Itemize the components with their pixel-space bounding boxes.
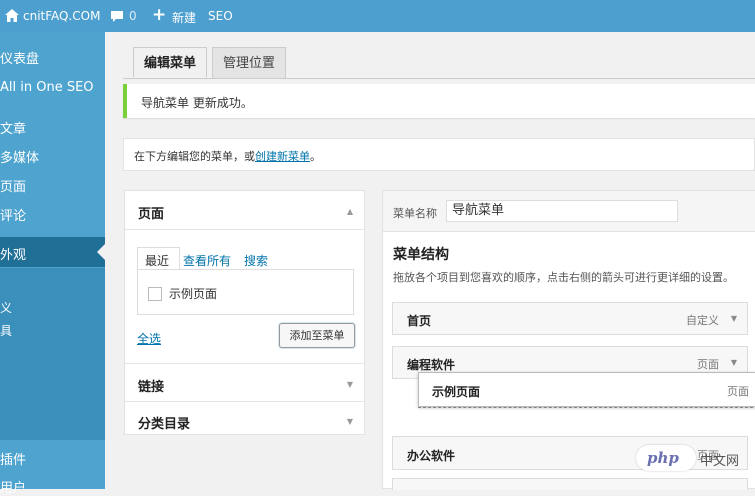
sidebar-item-appearance[interactable]: 外观	[0, 244, 26, 263]
appearance-submenu	[0, 268, 105, 440]
expand-arrow-icon[interactable]: ▼	[731, 358, 737, 367]
sidebar-item-plugins[interactable]: 插件	[0, 449, 26, 468]
sidebar-item-comments[interactable]: 评论	[0, 205, 26, 224]
seo-link[interactable]: SEO	[208, 9, 233, 23]
tab-search[interactable]: 搜索	[244, 252, 268, 269]
section-divider	[125, 363, 364, 364]
manage-prefix: 在下方编辑您的菜单，或	[134, 150, 255, 163]
menu-name-input[interactable]: 导航菜单	[446, 200, 678, 222]
tab-recent[interactable]: 最近	[145, 252, 169, 269]
sidebar-item-users[interactable]: 用户	[0, 477, 26, 496]
add-menu-items-panel: 页面 ▲ 最近 查看所有 搜索 示例页面 全选 添加至菜单 链接 ▼ 分类目录 …	[124, 190, 365, 435]
expand-arrow-icon[interactable]: ▼	[347, 380, 353, 389]
section-divider	[125, 229, 364, 230]
menu-item-type: 自定义	[686, 314, 719, 327]
tab-view-all[interactable]: 查看所有	[183, 252, 231, 269]
menu-item-dragging[interactable]: 示例页面 页面	[418, 372, 755, 407]
categories-section-title[interactable]: 分类目录	[138, 413, 190, 432]
sidebar-item-media[interactable]: 多媒体	[0, 147, 39, 166]
menu-item-type: 页面	[727, 385, 749, 398]
example-page-checkbox[interactable]	[148, 287, 162, 301]
success-notice: 导航菜单 更新成功。	[123, 84, 755, 118]
menu-item[interactable]: 首页 自定义 ▼	[392, 302, 748, 335]
select-all-link[interactable]: 全选	[137, 330, 161, 347]
sidebar-item-pages[interactable]: 页面	[0, 176, 26, 195]
manage-suffix: 。	[310, 150, 321, 163]
expand-arrow-icon[interactable]: ▼	[347, 417, 353, 426]
plus-icon[interactable]: +	[152, 5, 166, 25]
submenu-item-tools[interactable]: 具	[0, 322, 12, 339]
notice-text: 导航菜单 更新成功。	[141, 96, 253, 110]
menu-structure-title: 菜单结构	[393, 247, 449, 263]
menu-structure-description: 拖放各个项目到您喜欢的顺序，点击右侧的箭头可进行更详细的设置。	[393, 271, 734, 284]
collapse-arrow-icon[interactable]: ▲	[347, 207, 353, 216]
recent-pages-list: 示例页面	[137, 269, 354, 315]
menu-item-title: 办公软件	[407, 449, 456, 463]
tab-divider	[123, 78, 755, 79]
tab-manage-locations[interactable]: 管理位置	[212, 47, 287, 78]
new-link[interactable]: 新建	[172, 9, 196, 26]
site-name-link[interactable]: cnitFAQ.COM	[23, 9, 100, 23]
php-watermark: php 中文网	[636, 445, 755, 471]
menu-item-title: 示例页面	[432, 385, 481, 399]
comment-icon[interactable]	[110, 10, 124, 23]
sidebar-item-posts[interactable]: 文章	[0, 118, 26, 137]
create-new-menu-link[interactable]: 创建新菜单	[255, 150, 310, 163]
admin-bar: cnitFAQ.COM 0 + 新建 SEO	[0, 0, 755, 32]
comment-count[interactable]: 0	[129, 9, 137, 23]
menu-item[interactable]	[392, 478, 748, 490]
menu-name-bar: 菜单名称 导航菜单	[383, 191, 755, 232]
home-icon[interactable]	[5, 9, 19, 22]
links-section-title[interactable]: 链接	[138, 376, 164, 395]
php-logo: php	[636, 445, 696, 471]
menu-item-title: 首页	[407, 314, 432, 328]
menu-item-title: 编程软件	[407, 358, 456, 372]
sidebar-item-all-in-one-seo[interactable]: All in One SEO	[0, 80, 94, 95]
menu-name-label: 菜单名称	[393, 207, 437, 220]
menu-item-type: 页面	[697, 358, 719, 371]
manage-menus-bar: 在下方编辑您的菜单，或创建新菜单。	[123, 138, 755, 171]
expand-arrow-icon[interactable]: ▼	[731, 314, 737, 323]
submenu-item-customize[interactable]: 义	[0, 299, 12, 316]
example-page-label: 示例页面	[169, 287, 218, 301]
pages-section-title[interactable]: 页面	[138, 203, 164, 222]
tab-edit-menu[interactable]: 编辑菜单	[133, 47, 208, 78]
sidebar-item-dashboard[interactable]: 仪表盘	[0, 48, 39, 67]
watermark-text: 中文网	[700, 454, 740, 469]
section-divider	[125, 401, 364, 402]
add-to-menu-button[interactable]: 添加至菜单	[279, 323, 355, 348]
